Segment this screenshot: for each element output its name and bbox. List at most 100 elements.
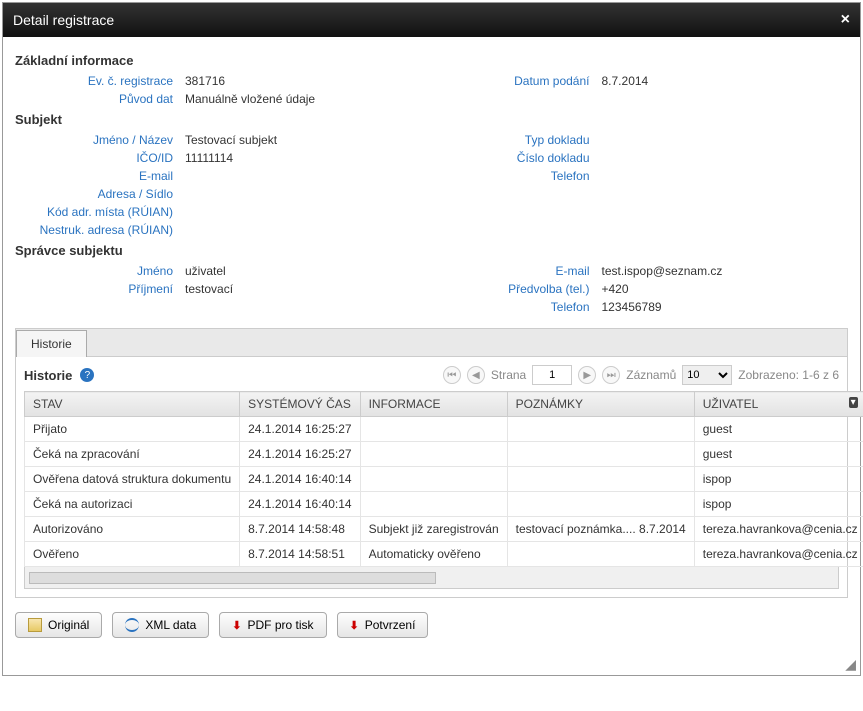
dialog-titlebar: Detail registrace × [3, 3, 860, 37]
history-title: Historie [24, 368, 72, 383]
col-info[interactable]: INFORMACE [360, 392, 507, 417]
data-origin-value: Manuálně vložené údaje [185, 92, 315, 106]
admin-email-value: test.ispop@seznam.cz [602, 264, 723, 278]
cell-state: Ověřena datová struktura dokumentu [25, 467, 240, 492]
cell-user: ispop [694, 492, 863, 517]
table-row[interactable]: Ověřeno8.7.2014 14:58:51Automaticky ověř… [25, 542, 863, 567]
xml-data-button[interactable]: XML data [112, 612, 209, 638]
cell-user: guest [694, 417, 863, 442]
confirm-button[interactable]: ⬇Potvrzení [337, 612, 429, 638]
cell-info [360, 467, 507, 492]
cell-notes [507, 442, 694, 467]
xml-icon [125, 618, 139, 632]
close-icon[interactable]: × [841, 11, 850, 29]
col-notes[interactable]: POZNÁMKY [507, 392, 694, 417]
table-row[interactable]: Čeká na autorizaci24.1.2014 16:40:14 ispo… [25, 492, 863, 517]
document-icon [28, 618, 42, 632]
ico-value: 11111114 [185, 151, 233, 165]
col-user[interactable]: UŽIVATEL▾ [694, 392, 863, 417]
column-menu-icon[interactable]: ▾ [849, 397, 858, 408]
admin-email-label: E-mail [432, 264, 602, 278]
ruian-code-label: Kód adr. místa (RÚIAN) [15, 205, 185, 219]
next-page-icon[interactable]: ▶ [578, 366, 596, 384]
table-header-row: STAV SYSTÉMOVÝ ČAS INFORMACE POZNÁMKY UŽ… [25, 392, 863, 417]
cell-user: guest [694, 442, 863, 467]
page-label: Strana [491, 368, 526, 382]
history-header: Historie ? ⏮ ◀ Strana ▶ ⏭ Záznamů 10 Zob… [24, 365, 839, 385]
submission-date-value: 8.7.2014 [602, 74, 649, 88]
horizontal-scrollbar[interactable] [24, 567, 839, 589]
original-button[interactable]: Originál [15, 612, 102, 638]
data-origin-label: Původ dat [15, 92, 185, 106]
cell-state: Autorizováno [25, 517, 240, 542]
cell-info [360, 417, 507, 442]
first-page-icon[interactable]: ⏮ [443, 366, 461, 384]
prev-page-icon[interactable]: ◀ [467, 366, 485, 384]
subject-heading: Subjekt [15, 112, 848, 127]
pdf-print-button[interactable]: ⬇PDF pro tisk [219, 612, 326, 638]
table-row[interactable]: Ověřena datová struktura dokumentu24.1.2… [25, 467, 863, 492]
subject-name-value: Testovací subjekt [185, 133, 277, 147]
cell-state: Ověřeno [25, 542, 240, 567]
page-input[interactable] [532, 365, 572, 385]
cell-user: tereza.havrankova@cenia.cz [694, 517, 863, 542]
tabbar: Historie [15, 328, 848, 356]
cell-notes: testovací poznámka.... 8.7.2014 [507, 517, 694, 542]
cell-time: 24.1.2014 16:40:14 [240, 492, 360, 517]
tab-history[interactable]: Historie [16, 330, 87, 357]
cell-info [360, 442, 507, 467]
cell-info: Automaticky ověřeno [360, 542, 507, 567]
registration-number-label: Ev. č. registrace [15, 74, 185, 88]
admin-phone-label: Telefon [432, 300, 602, 314]
records-per-page-select[interactable]: 10 [682, 365, 732, 385]
admin-phone-value: 123456789 [602, 300, 662, 314]
cell-user: tereza.havrankova@cenia.cz [694, 542, 863, 567]
last-page-icon[interactable]: ⏭ [602, 366, 620, 384]
cell-notes [507, 417, 694, 442]
resize-handle-icon[interactable]: ◢ [3, 654, 860, 675]
help-icon[interactable]: ? [80, 368, 94, 382]
table-row[interactable]: Čeká na zpracování24.1.2014 16:25:27gues… [25, 442, 863, 467]
ruian-address-label: Nestruk. adresa (RÚIAN) [15, 223, 185, 237]
document-type-label: Typ dokladu [432, 133, 602, 147]
cell-info [360, 492, 507, 517]
basic-info-heading: Základní informace [15, 53, 848, 68]
col-state[interactable]: STAV [25, 392, 240, 417]
subject-name-label: Jméno / Název [15, 133, 185, 147]
admin-lastname-label: Příjmení [15, 282, 185, 296]
cell-time: 24.1.2014 16:40:14 [240, 467, 360, 492]
subject-email-label: E-mail [15, 169, 185, 183]
table-row[interactable]: Přijato24.1.2014 16:25:27 guest [25, 417, 863, 442]
registration-number-value: 381716 [185, 74, 225, 88]
cell-time: 8.7.2014 14:58:48 [240, 517, 360, 542]
table-row[interactable]: Autorizováno8.7.2014 14:58:48Subjekt již… [25, 517, 863, 542]
admin-heading: Správce subjektu [15, 243, 848, 258]
pdf-icon: ⬇ [350, 619, 359, 632]
address-label: Adresa / Sídlo [15, 187, 185, 201]
cell-state: Čeká na autorizaci [25, 492, 240, 517]
cell-state: Přijato [25, 417, 240, 442]
pdf-icon: ⬇ [232, 619, 241, 632]
dialog-title: Detail registrace [13, 12, 114, 28]
admin-firstname-label: Jméno [15, 264, 185, 278]
admin-lastname-value: testovací [185, 282, 233, 296]
registration-detail-dialog: Detail registrace × Základní informace E… [2, 2, 861, 676]
pager: ⏮ ◀ Strana ▶ ⏭ Záznamů 10 Zobrazeno: 1-6… [443, 365, 839, 385]
admin-firstname-value: uživatel [185, 264, 226, 278]
cell-info: Subjekt již zaregistrován [360, 517, 507, 542]
history-table: STAV SYSTÉMOVÝ ČAS INFORMACE POZNÁMKY UŽ… [24, 391, 863, 567]
submission-date-label: Datum podání [432, 74, 602, 88]
cell-time: 24.1.2014 16:25:27 [240, 417, 360, 442]
phone-prefix-value: +420 [602, 282, 629, 296]
cell-notes [507, 467, 694, 492]
col-time[interactable]: SYSTÉMOVÝ ČAS [240, 392, 360, 417]
dialog-content: Základní informace Ev. č. registrace 381… [3, 37, 860, 654]
cell-notes [507, 542, 694, 567]
ico-label: IČO/ID [15, 151, 185, 165]
footer-buttons: Originál XML data ⬇PDF pro tisk ⬇Potvrze… [15, 612, 848, 638]
shown-range: Zobrazeno: 1-6 z 6 [738, 368, 839, 382]
cell-user: ispop [694, 467, 863, 492]
phone-prefix-label: Předvolba (tel.) [432, 282, 602, 296]
cell-time: 24.1.2014 16:25:27 [240, 442, 360, 467]
history-panel: Historie ? ⏮ ◀ Strana ▶ ⏭ Záznamů 10 Zob… [15, 356, 848, 598]
